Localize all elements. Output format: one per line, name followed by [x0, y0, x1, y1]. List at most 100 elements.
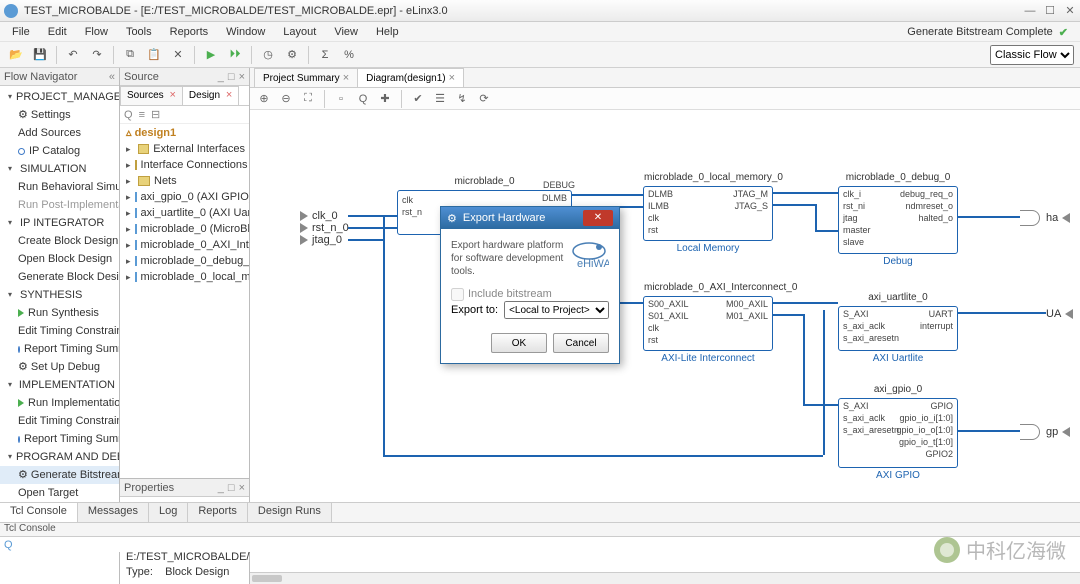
- menu-tools[interactable]: Tools: [118, 24, 160, 40]
- ext-port-ua[interactable]: UA: [1046, 308, 1073, 320]
- select-icon[interactable]: ▫: [333, 91, 349, 107]
- menu-edit[interactable]: Edit: [40, 24, 75, 40]
- nav-item[interactable]: Run Synthesis: [0, 304, 119, 322]
- tree-item[interactable]: ▸External Interfaces: [120, 141, 249, 157]
- menu-layout[interactable]: Layout: [275, 24, 324, 40]
- zoom-out-icon[interactable]: ⊖: [278, 91, 294, 107]
- ext-port-ha[interactable]: ha: [1046, 212, 1070, 224]
- tree-item[interactable]: ▸microblade_0 (MicroBlade): [120, 221, 249, 237]
- route-icon[interactable]: ↯: [454, 91, 470, 107]
- menu-help[interactable]: Help: [368, 24, 407, 40]
- nav-item[interactable]: ⚙ Set Up Debug: [0, 358, 119, 376]
- zoom-in-icon[interactable]: ⊕: [256, 91, 272, 107]
- tree-item[interactable]: ▸Interface Connections: [120, 157, 249, 173]
- settings-icon[interactable]: ⚙: [282, 45, 302, 65]
- bottom-tab[interactable]: Design Runs: [248, 503, 332, 522]
- tree-item[interactable]: ▸Nets: [120, 173, 249, 189]
- ext-port-gp[interactable]: gp: [1046, 426, 1070, 438]
- save-button[interactable]: 💾: [30, 45, 50, 65]
- nav-item[interactable]: IP Catalog: [0, 142, 119, 160]
- validate-icon[interactable]: ✔: [410, 91, 426, 107]
- nav-item[interactable]: Generate Block Design: [0, 268, 119, 286]
- menu-reports[interactable]: Reports: [162, 24, 217, 40]
- nav-item[interactable]: Open Target: [0, 484, 119, 502]
- nav-item[interactable]: Add Sources: [0, 124, 119, 142]
- nav-item[interactable]: Edit Timing Constraints: [0, 322, 119, 340]
- nav-item[interactable]: ⚙ Settings: [0, 106, 119, 124]
- close-window-button[interactable]: ✕: [1064, 5, 1076, 17]
- zoom-fit-icon[interactable]: ⛶: [300, 91, 316, 107]
- flow-mode-select[interactable]: Classic Flow: [990, 45, 1074, 65]
- ext-port-jtag[interactable]: jtag_0: [300, 234, 342, 246]
- tree-item[interactable]: ▸microblade_0_local_memory_0: [120, 269, 249, 285]
- timer-icon[interactable]: ◷: [258, 45, 278, 65]
- percent-icon[interactable]: %: [339, 45, 359, 65]
- nav-item[interactable]: Open Block Design: [0, 250, 119, 268]
- nav-item[interactable]: Report Timing Summary: [0, 340, 119, 358]
- nav-item[interactable]: Create Block Design: [0, 232, 119, 250]
- ok-button[interactable]: OK: [491, 333, 547, 353]
- editor-tab[interactable]: Diagram(design1) ×: [357, 68, 464, 87]
- editor-tab[interactable]: Project Summary ×: [254, 68, 358, 87]
- delete-button[interactable]: ✕: [168, 45, 188, 65]
- collapse-icon[interactable]: «: [109, 71, 115, 83]
- nav-item[interactable]: Run Behavioral Simulation: [0, 178, 119, 196]
- nav-group[interactable]: ▾IP INTEGRATOR: [0, 214, 119, 232]
- nav-group[interactable]: ▾SIMULATION: [0, 160, 119, 178]
- menu-view[interactable]: View: [326, 24, 366, 40]
- block-uartlite[interactable]: axi_uartlite_0 AXI Uartlite S_AXI s_axi_…: [838, 306, 958, 351]
- export-to-select[interactable]: <Local to Project>: [504, 301, 609, 319]
- include-bitstream-checkbox[interactable]: Include bitstream: [451, 289, 552, 300]
- tcl-search-icon[interactable]: Q: [4, 539, 13, 551]
- block-local-memory[interactable]: microblade_0_local_memory_0 Local Memory…: [643, 186, 773, 241]
- search-icon[interactable]: Q: [124, 109, 133, 121]
- menu-flow[interactable]: Flow: [77, 24, 116, 40]
- sources-tab[interactable]: Design ×: [182, 86, 239, 105]
- nav-group[interactable]: ▾PROGRAM AND DEBUG: [0, 448, 119, 466]
- nav-item[interactable]: Run Implementation: [0, 394, 119, 412]
- tree-item[interactable]: ▸axi_gpio_0 (AXI GPIO): [120, 189, 249, 205]
- block-axi-interconnect[interactable]: microblade_0_AXI_Interconnect_0 AXI-Lite…: [643, 296, 773, 351]
- nav-group[interactable]: ▾IMPLEMENTATION: [0, 376, 119, 394]
- bottom-tab[interactable]: Messages: [78, 503, 149, 522]
- maximize-button[interactable]: ☐: [1044, 5, 1056, 17]
- block-debug[interactable]: microblade_0_debug_0 Debug clk_i rst_ni …: [838, 186, 958, 254]
- nav-group[interactable]: ▾SYNTHESIS: [0, 286, 119, 304]
- tree-item[interactable]: ▸axi_uartlite_0 (AXI Uartlite): [120, 205, 249, 221]
- pan-icon[interactable]: Q: [355, 91, 371, 107]
- block-gpio[interactable]: axi_gpio_0 AXI GPIO S_AXI s_axi_aclk s_a…: [838, 398, 958, 468]
- dialog-close-button[interactable]: ✕: [583, 210, 613, 226]
- run-all-button[interactable]: ⏵⏵: [225, 45, 245, 65]
- cancel-button[interactable]: Cancel: [553, 333, 609, 353]
- run-button[interactable]: ▶: [201, 45, 221, 65]
- bottom-tab[interactable]: Log: [149, 503, 188, 522]
- sigma-icon[interactable]: Σ: [315, 45, 335, 65]
- tree-item[interactable]: ▸microblade_0_debug_0 (Debug...: [120, 253, 249, 269]
- refresh-icon[interactable]: ⟳: [476, 91, 492, 107]
- nav-item[interactable]: Run Post-Implementation Si...: [0, 196, 119, 214]
- nav-item[interactable]: Report Timing Summary: [0, 430, 119, 448]
- sources-tab[interactable]: Sources ×: [120, 86, 183, 105]
- undo-button[interactable]: ↶: [63, 45, 83, 65]
- open-button[interactable]: 📂: [6, 45, 26, 65]
- redo-button[interactable]: ↷: [87, 45, 107, 65]
- nav-item[interactable]: ⚙ Generate Bitstream: [0, 466, 119, 484]
- tree-root[interactable]: ▵ design1: [120, 124, 249, 141]
- paste-button[interactable]: 📋: [144, 45, 164, 65]
- menu-file[interactable]: File: [4, 24, 38, 40]
- tree-item[interactable]: ▸microblade_0_AXI_Interconnect_...: [120, 237, 249, 253]
- nav-item[interactable]: Edit Timing Constraints: [0, 412, 119, 430]
- add-icon[interactable]: ✚: [377, 91, 393, 107]
- ext-port-rst[interactable]: rst_n_0: [300, 222, 349, 234]
- canvas-h-scrollbar[interactable]: [250, 572, 1080, 584]
- expand-icon[interactable]: ≡: [139, 109, 145, 121]
- bottom-tab[interactable]: Tcl Console: [0, 503, 78, 522]
- nav-group[interactable]: ▾PROJECT_MANAGER: [0, 88, 119, 106]
- copy-button[interactable]: ⧉: [120, 45, 140, 65]
- layout-icon[interactable]: ☰: [432, 91, 448, 107]
- tcl-input[interactable]: [17, 539, 1076, 551]
- ext-port-clk[interactable]: clk_0: [300, 210, 338, 222]
- collapse-all-icon[interactable]: ⊟: [151, 108, 160, 121]
- bottom-tab[interactable]: Reports: [188, 503, 248, 522]
- menu-window[interactable]: Window: [218, 24, 273, 40]
